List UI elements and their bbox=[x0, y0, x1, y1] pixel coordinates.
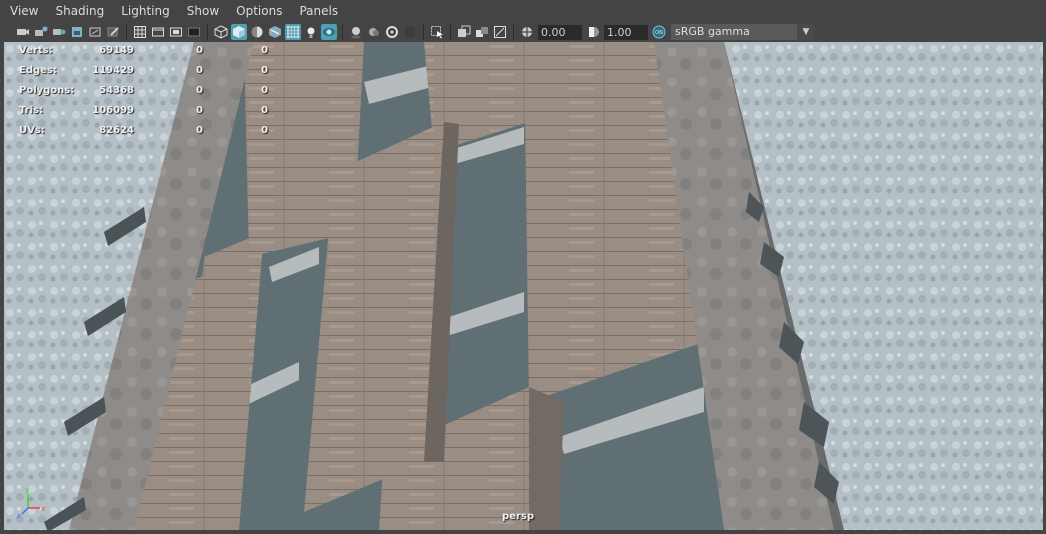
color-space-dropdown[interactable]: sRGB gamma ▼ bbox=[671, 24, 815, 40]
hud-value: 54368 bbox=[99, 85, 134, 96]
hud-value: 0 bbox=[261, 85, 268, 96]
bookmark-icon[interactable] bbox=[51, 24, 67, 40]
gamma-icon[interactable] bbox=[585, 24, 601, 40]
color-management-icon[interactable]: ON bbox=[651, 24, 667, 40]
panel-menu-bar: View Shading Lighting Show Options Panel… bbox=[0, 0, 1046, 22]
hud-value: 0 bbox=[261, 105, 268, 116]
camera-name-label: persp bbox=[502, 511, 534, 522]
chevron-down-icon[interactable]: ▼ bbox=[797, 24, 815, 40]
hud-value: 0 bbox=[261, 125, 268, 136]
exposure-field[interactable] bbox=[538, 24, 582, 40]
gamma-field[interactable] bbox=[604, 24, 648, 40]
hud-value: 0 bbox=[196, 125, 203, 136]
ambient-occlusion-icon[interactable] bbox=[366, 24, 382, 40]
textured-icon[interactable] bbox=[267, 24, 283, 40]
hud-value: 0 bbox=[196, 45, 203, 56]
menu-view[interactable]: View bbox=[0, 0, 45, 22]
film-gate-icon[interactable] bbox=[150, 24, 166, 40]
wireframe-icon[interactable] bbox=[213, 24, 229, 40]
hud-value: 119429 bbox=[92, 65, 134, 76]
smooth-shade-icon[interactable] bbox=[231, 24, 247, 40]
2d-pan-zoom-icon[interactable] bbox=[87, 24, 103, 40]
menu-show[interactable]: Show bbox=[177, 0, 226, 22]
svg-text:ON: ON bbox=[655, 30, 663, 36]
hud-label: UVs: bbox=[19, 125, 45, 136]
menu-shading[interactable]: Shading bbox=[45, 0, 111, 22]
panel-toolbar: ON sRGB gamma ▼ bbox=[0, 22, 1046, 42]
color-space-value: sRGB gamma bbox=[675, 25, 750, 38]
xray-icon[interactable] bbox=[321, 24, 337, 40]
toolbar-separator bbox=[513, 24, 514, 40]
hud-value: 0 bbox=[261, 45, 268, 56]
maya-viewport-panel: View Shading Lighting Show Options Panel… bbox=[0, 0, 1046, 534]
resolution-gate-icon[interactable] bbox=[168, 24, 184, 40]
hud-value: 82624 bbox=[99, 125, 134, 136]
toolbar-separator bbox=[207, 24, 208, 40]
camera-attributes-icon[interactable] bbox=[33, 24, 49, 40]
3d-viewport[interactable]: Verts: 69149 0 0 Edges: 119429 0 0 Polyg… bbox=[4, 42, 1043, 530]
hud-label: Edges: bbox=[19, 65, 57, 76]
wireframe-on-shaded-icon[interactable] bbox=[285, 24, 301, 40]
motion-blur-icon[interactable] bbox=[384, 24, 400, 40]
hud-label: Polygons: bbox=[19, 85, 75, 96]
xray-active-icon[interactable] bbox=[474, 24, 490, 40]
hud-label: Verts: bbox=[19, 45, 53, 56]
axis-y-label: y bbox=[25, 486, 29, 494]
exposure-icon[interactable] bbox=[519, 24, 535, 40]
hud-value: 0 bbox=[196, 85, 203, 96]
image-plane-icon[interactable] bbox=[69, 24, 85, 40]
isolate-select-icon[interactable] bbox=[429, 24, 445, 40]
menu-options[interactable]: Options bbox=[226, 0, 289, 22]
use-all-lights-icon[interactable] bbox=[303, 24, 319, 40]
hud-label: Tris: bbox=[19, 105, 44, 116]
toolbar-separator bbox=[423, 24, 424, 40]
shadows-icon[interactable] bbox=[348, 24, 364, 40]
axis-z-label: z bbox=[17, 512, 21, 520]
hud-value: 69149 bbox=[99, 45, 134, 56]
camera-select-icon[interactable] bbox=[15, 24, 31, 40]
gate-mask-icon[interactable] bbox=[186, 24, 202, 40]
menu-panels[interactable]: Panels bbox=[289, 0, 345, 22]
view-axis-icon: x y z bbox=[17, 486, 45, 520]
menu-lighting[interactable]: Lighting bbox=[111, 0, 177, 22]
backface-icon[interactable] bbox=[492, 24, 508, 40]
toolbar-separator bbox=[450, 24, 451, 40]
antialias-icon[interactable] bbox=[402, 24, 418, 40]
toolbar-separator bbox=[342, 24, 343, 40]
hud-value: 0 bbox=[261, 65, 268, 76]
axis-x-label: x bbox=[41, 505, 45, 513]
xray-joints-icon[interactable] bbox=[456, 24, 472, 40]
default-material-icon[interactable] bbox=[249, 24, 265, 40]
hud-value: 0 bbox=[196, 65, 203, 76]
toolbar-separator bbox=[126, 24, 127, 40]
grease-pencil-icon[interactable] bbox=[105, 24, 121, 40]
grid-icon[interactable] bbox=[132, 24, 148, 40]
hud-value: 0 bbox=[196, 105, 203, 116]
hud-value: 106099 bbox=[92, 105, 134, 116]
